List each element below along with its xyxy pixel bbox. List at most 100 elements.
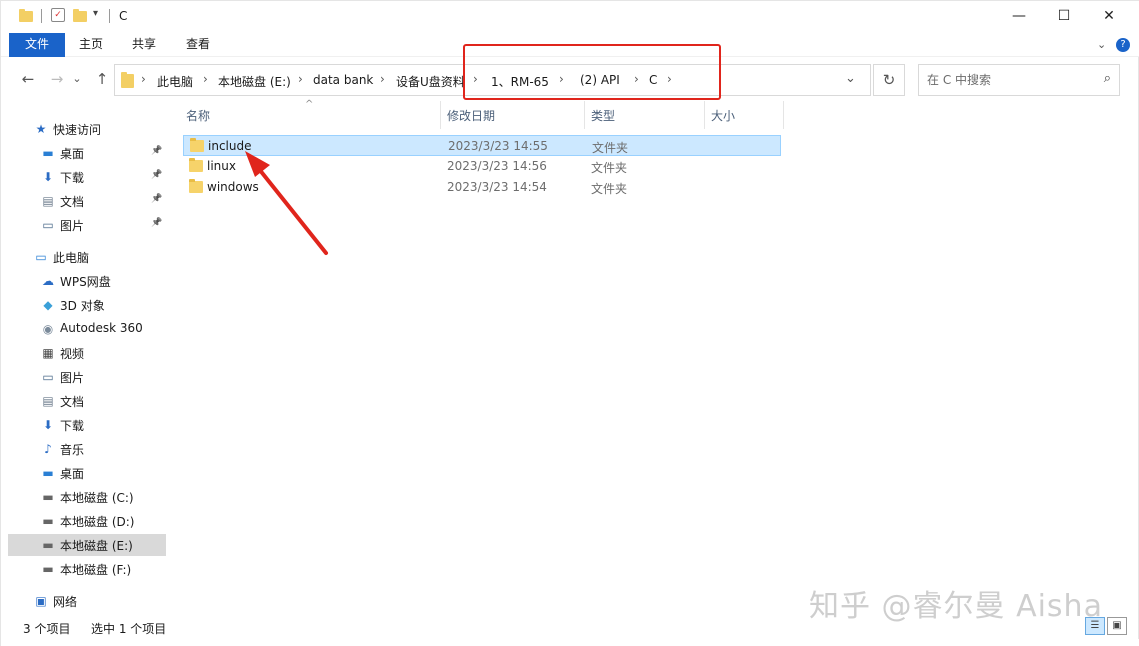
sidebar-item[interactable]: ◆ 3D 对象	[8, 294, 166, 316]
download-icon: ⬇	[42, 418, 54, 432]
back-button[interactable]: ←	[18, 69, 38, 89]
sidebar-item-label: 快速访问	[53, 123, 102, 137]
chevron-right-icon[interactable]: ›	[380, 72, 385, 86]
sidebar-item[interactable]: ▬ 桌面 📌	[8, 142, 166, 164]
sidebar-item[interactable]: ▭ 此电脑	[8, 246, 166, 268]
table-row[interactable]: windows 2023/3/23 14:54 文件夹	[183, 177, 781, 198]
video-icon: ▦	[42, 346, 54, 360]
document-icon: ▤	[42, 194, 54, 208]
file-name: include	[208, 139, 252, 153]
tab-share[interactable]: 共享	[123, 33, 165, 57]
chevron-right-icon[interactable]: ›	[203, 72, 208, 86]
network-icon: ▣	[35, 594, 47, 608]
sidebar-item-label: 视频	[60, 347, 85, 361]
item-count: 3 个项目	[23, 622, 71, 636]
chevron-down-icon[interactable]: ⌄	[1097, 38, 1106, 51]
sidebar-item-label: 文档	[60, 195, 85, 209]
chevron-down-icon[interactable]: ⌄	[845, 71, 856, 86]
help-icon[interactable]: ?	[1116, 38, 1130, 52]
chevron-right-icon[interactable]: ›	[298, 72, 303, 86]
pin-icon[interactable]: 📌	[151, 218, 162, 228]
divider	[704, 101, 705, 129]
document-icon: ▤	[42, 394, 54, 408]
music-icon: ♪	[44, 442, 52, 456]
file-name: linux	[207, 159, 236, 173]
sidebar-item[interactable]: ▬ 本地磁盘 (D:)	[8, 510, 166, 532]
divider	[783, 101, 784, 129]
file-date: 2023/3/23 14:56	[447, 159, 547, 173]
sidebar-item-label: Autodesk 360	[60, 321, 143, 335]
sidebar-item[interactable]: ▦ 视频	[8, 342, 166, 364]
watermark: 知乎 @睿尔曼 Aisha	[809, 589, 1103, 624]
breadcrumb-data-bank[interactable]: data bank	[313, 73, 373, 87]
maximize-button[interactable]: ☐	[1041, 1, 1087, 31]
sidebar-item-label: 图片	[60, 371, 85, 385]
title-bar: ✓ ▾ C — ☐ ✕	[1, 1, 1139, 33]
up-button[interactable]: ↑	[92, 69, 112, 89]
pin-icon[interactable]: 📌	[151, 194, 162, 204]
column-header-type[interactable]: 类型	[591, 107, 615, 124]
close-button[interactable]: ✕	[1086, 1, 1132, 31]
file-type: 文件夹	[592, 141, 629, 155]
large-icons-view-icon[interactable]: ▣	[1107, 617, 1127, 635]
sidebar-item-label: 本地磁盘 (D:)	[60, 515, 135, 529]
sidebar-item[interactable]: ▭ 图片 📌	[8, 214, 166, 236]
selection-count: 选中 1 个项目	[91, 622, 167, 636]
desktop-icon: ▬	[42, 466, 54, 480]
sidebar-item[interactable]: ▬ 本地磁盘 (E:)	[8, 534, 166, 556]
column-header-size[interactable]: 大小	[711, 107, 735, 124]
file-date: 2023/3/23 14:54	[447, 180, 547, 194]
tab-home[interactable]: 主页	[71, 33, 111, 57]
sidebar-item[interactable]: ◉ Autodesk 360	[8, 318, 166, 340]
navigation-pane: ★ 快速访问 ▬ 桌面 📌 ⬇ 下载 📌 ▤ 文档 📌 ▭ 图片 📌 ▭ 此电脑 ☁ WPS网盘 ◆ 3D 对象 ◉ Au…	[8, 107, 166, 615]
drive-c-icon: ▬	[42, 490, 54, 504]
sidebar-item-label: 文档	[60, 395, 85, 409]
file-explorer-window: ✓ ▾ C — ☐ ✕ 文件 主页 共享 查看 ⌄ ? ← → ⌄ ↑ › 此电…	[0, 0, 1139, 646]
sidebar-item[interactable]: ▤ 文档 📌	[8, 190, 166, 212]
table-row[interactable]: include 2023/3/23 14:55 文件夹	[183, 135, 781, 156]
folder-icon	[189, 158, 203, 172]
sidebar-item[interactable]: ▤ 文档	[8, 390, 166, 412]
customize-toolbar-icon[interactable]: ▾	[93, 8, 98, 19]
forward-button[interactable]: →	[47, 69, 67, 89]
sidebar-item[interactable]: ▬ 桌面	[8, 462, 166, 484]
column-header-name[interactable]: 名称	[186, 107, 210, 124]
refresh-button[interactable]: ↻	[873, 64, 905, 96]
sidebar-item[interactable]: ▣ 网络	[8, 590, 166, 612]
search-box[interactable]: ⌕	[918, 64, 1120, 96]
table-row[interactable]: linux 2023/3/23 14:56 文件夹	[183, 156, 781, 177]
sidebar-item[interactable]: ▬ 本地磁盘 (F:)	[8, 558, 166, 580]
sidebar-item-label: 本地磁盘 (F:)	[60, 563, 132, 577]
chevron-right-icon[interactable]: ›	[141, 72, 146, 86]
sidebar-item[interactable]: ⬇ 下载	[8, 414, 166, 436]
sidebar-item[interactable]: ☁ WPS网盘	[8, 270, 166, 292]
tab-view[interactable]: 查看	[177, 33, 219, 57]
drive-icon: ▬	[42, 538, 54, 552]
search-icon[interactable]: ⌕	[1104, 71, 1111, 86]
pin-icon[interactable]: 📌	[151, 146, 162, 156]
sidebar-item-label: 本地磁盘 (E:)	[60, 539, 133, 553]
search-input[interactable]	[927, 72, 1087, 88]
pin-icon[interactable]: 📌	[151, 170, 162, 180]
sidebar-item[interactable]: ★ 快速访问	[8, 118, 166, 140]
file-type: 文件夹	[591, 161, 628, 175]
sidebar-item-label: 本地磁盘 (C:)	[60, 491, 134, 505]
background-strip	[1, 639, 1139, 646]
minimize-button[interactable]: —	[996, 1, 1042, 31]
sidebar-item[interactable]: ▬ 本地磁盘 (C:)	[8, 486, 166, 508]
sidebar-item-label: 图片	[60, 219, 85, 233]
sidebar-item[interactable]: ⬇ 下载 📌	[8, 166, 166, 188]
recent-locations-button[interactable]: ⌄	[71, 69, 83, 89]
tab-file[interactable]: 文件	[9, 33, 65, 57]
sidebar-item[interactable]: ▭ 图片	[8, 366, 166, 388]
column-header-date[interactable]: 修改日期	[447, 107, 495, 124]
breadcrumb-device-usb-data[interactable]: 设备U盘资料	[396, 73, 465, 90]
breadcrumb-drive-e[interactable]: 本地磁盘 (E:)	[218, 73, 291, 90]
sidebar-item-label: WPS网盘	[60, 275, 111, 289]
file-type: 文件夹	[591, 182, 628, 196]
properties-icon[interactable]: ✓	[51, 8, 65, 22]
breadcrumb-this-pc[interactable]: 此电脑	[157, 73, 193, 90]
sidebar-item-label: 下载	[60, 171, 85, 185]
sidebar-item[interactable]: ♪ 音乐	[8, 438, 166, 460]
drive-icon: ▬	[42, 514, 54, 528]
